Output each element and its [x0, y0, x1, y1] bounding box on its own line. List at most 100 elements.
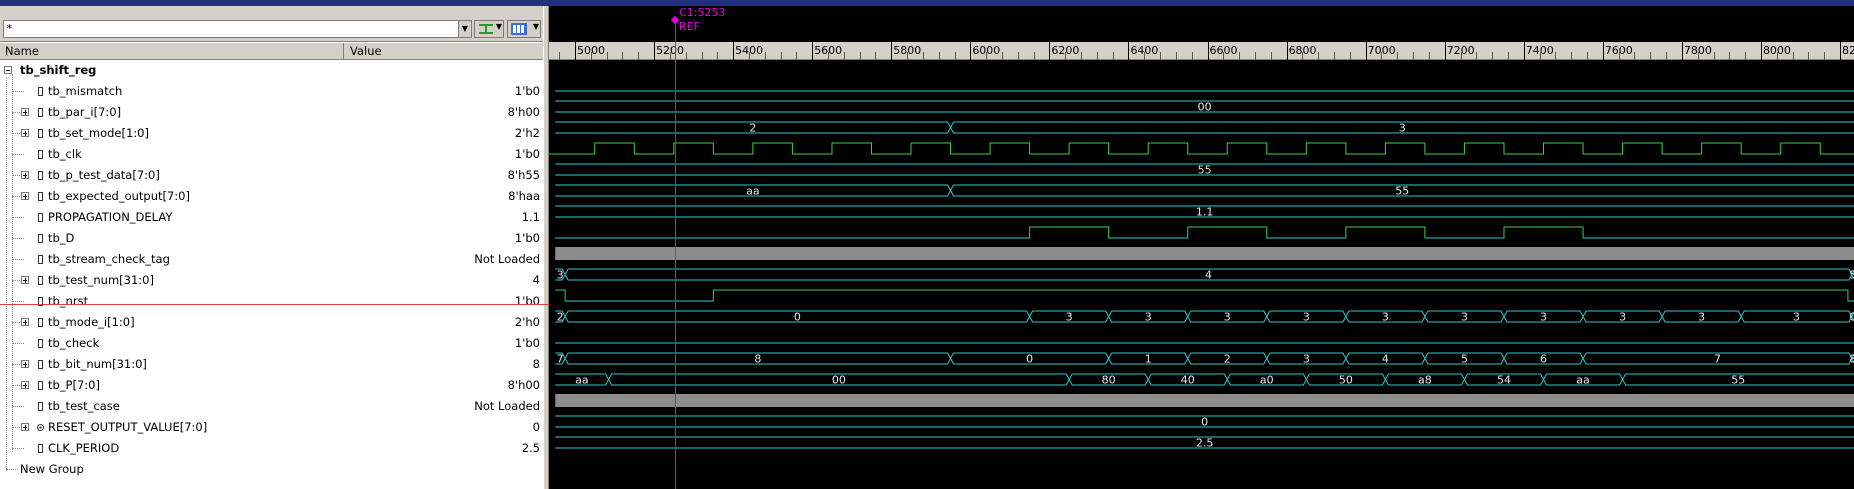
bus-value-label: 0 — [1201, 416, 1208, 429]
signal-row[interactable]: tb_D 1'b0 — [0, 228, 543, 249]
signal-value: 8'haa — [508, 189, 540, 203]
signal-row[interactable]: tb_mismatch 1'b0 — [0, 81, 543, 102]
bus-value-label: 3 — [1399, 122, 1406, 135]
cursor-line[interactable] — [675, 20, 676, 489]
bus-value-label: a0 — [1260, 374, 1274, 387]
signal-row[interactable]: tb_stream_check_tag Not Loaded — [0, 249, 543, 270]
signal-row[interactable]: tb_clk 1'b0 — [0, 144, 543, 165]
view-options-button[interactable]: ▼ — [507, 20, 541, 38]
ruler-minor-tick — [828, 52, 829, 60]
signal-row[interactable]: tb_P[7:0] 8'h00 — [0, 375, 543, 396]
group-row[interactable]: tb_shift_reg — [0, 60, 543, 81]
signal-row[interactable]: tb_mode_i[1:0] 2'h0 — [0, 312, 543, 333]
ruler-minor-tick — [1824, 52, 1826, 60]
ruler-major-tick — [1365, 42, 1367, 60]
selection-divider — [0, 304, 549, 305]
ruler-minor-tick — [1507, 52, 1509, 60]
signal-row[interactable]: tb_par_i[7:0] 8'h00 — [0, 102, 543, 123]
collapse-group-icon[interactable] — [4, 66, 12, 74]
signal-name: tb_mode_i[1:0] — [48, 315, 135, 329]
signal-icon — [38, 213, 43, 222]
signal-icon — [38, 129, 43, 138]
bus-value-label: 3 — [1224, 311, 1231, 324]
tree-connector — [12, 259, 24, 260]
waveform-pane[interactable]: 00 2 3 55 aa 55 1.1 3 4 5 2 0 3 3 3 3 3 3 3 3 3 3 0 7 8 0 1 2 3 4 5 6 7 8… — [549, 6, 1854, 489]
bus-value-label: a8 — [1418, 374, 1432, 387]
signal-icon — [38, 339, 43, 348]
time-ruler[interactable]: 5000 5200 5400 5600 5800 6000 6200 6400 6600 6800… — [549, 42, 1854, 60]
bus-value-label: 1.1 — [1196, 206, 1214, 219]
ruler-minor-tick — [1349, 52, 1351, 60]
ruler-minor-tick — [1081, 52, 1082, 60]
bus-value-label: 4 — [1205, 269, 1212, 282]
waveform-row — [555, 226, 1854, 239]
ruler-minor-tick — [1618, 52, 1620, 60]
ruler-minor-tick — [1270, 52, 1272, 60]
expand-bus-icon[interactable] — [21, 276, 29, 284]
signal-row[interactable]: tb_bit_num[31:0] 8 — [0, 354, 543, 375]
signal-row[interactable]: tb_test_num[31:0] 4 — [0, 270, 543, 291]
ruler-minor-tick — [1666, 52, 1668, 60]
bus-value-label: aa — [746, 185, 759, 198]
bus-value-label: 00 — [1198, 101, 1212, 114]
ruler-minor-tick — [1792, 52, 1794, 60]
expand-bus-icon[interactable] — [21, 171, 29, 179]
ruler-minor-tick — [1239, 52, 1241, 60]
ruler-minor-tick — [1539, 52, 1541, 60]
bus-value-label: 7 — [1714, 353, 1721, 366]
signal-row[interactable]: tb_test_case Not Loaded — [0, 396, 543, 417]
bus-value-label: 0 — [1026, 353, 1033, 366]
tree-connector — [12, 448, 24, 449]
tree-connector — [12, 154, 24, 155]
signal-filter-options-button[interactable]: ▼ — [474, 20, 504, 38]
value-column-header[interactable]: Value — [345, 43, 543, 60]
ruler-major-tick — [812, 42, 814, 60]
signal-name: tb_set_mode[1:0] — [48, 126, 149, 140]
signal-row[interactable]: tb_check 1'b0 — [0, 333, 543, 354]
signal-name: tb_P[7:0] — [48, 378, 100, 392]
new-group-row[interactable]: New Group — [0, 459, 543, 480]
bus-value-label: 55 — [1198, 164, 1212, 177]
signal-row[interactable]: tb_p_test_data[7:0] 8'h55 — [0, 165, 543, 186]
expand-bus-icon[interactable] — [21, 423, 29, 431]
ruler-minor-tick — [1175, 52, 1177, 60]
signal-name: CLK_PERIOD — [48, 441, 120, 455]
cursor-ref-label: REF — [679, 20, 700, 33]
signal-row[interactable]: tb_expected_output[7:0] 8'haa — [0, 186, 543, 207]
expand-bus-icon[interactable] — [21, 381, 29, 389]
signal-value: 2'h2 — [514, 126, 540, 140]
ruler-minor-tick — [559, 52, 561, 60]
signal-row[interactable]: tb_set_mode[1:0] 2'h2 — [0, 123, 543, 144]
signal-icon — [38, 381, 43, 390]
signal-name-pane: * ▼ ▼ ▼ Name Value tb_shift_reg tb_mismat… — [0, 6, 543, 489]
signal-row[interactable]: RESET_OUTPUT_VALUE[7:0] 0 — [0, 417, 543, 438]
signal-row[interactable]: CLK_PERIOD 2.5 — [0, 438, 543, 459]
signal-name: RESET_OUTPUT_VALUE[7:0] — [48, 420, 208, 434]
signal-value: 8 — [532, 357, 540, 371]
expand-bus-icon[interactable] — [21, 318, 29, 326]
ruler-minor-tick — [1223, 52, 1225, 60]
signal-value: Not Loaded — [474, 399, 540, 413]
bit-trace — [555, 226, 1854, 239]
signal-filter-input[interactable]: * — [3, 20, 459, 38]
waveform-canvas[interactable]: 002 355aa 551.13 4 52 0 3 3 3 3 3 3 3 3 3 3 07 8 0 1 2 3 4 5 6 7 8… — [549, 6, 1854, 489]
ruler-minor-tick — [622, 52, 624, 60]
signal-row[interactable]: tb_nrst 1'b0 — [0, 291, 543, 312]
bus-value-label: 8 — [754, 353, 761, 366]
expand-bus-icon[interactable] — [21, 360, 29, 368]
expand-bus-icon[interactable] — [21, 129, 29, 137]
signal-name: tb_stream_check_tag — [48, 252, 170, 266]
filter-dropdown-button[interactable]: ▼ — [458, 20, 472, 38]
ruler-minor-tick — [1555, 52, 1557, 60]
ruler-major-tick — [970, 42, 972, 60]
signal-row[interactable]: PROPAGATION_DELAY 1.1 — [0, 207, 543, 228]
ruler-minor-tick — [907, 52, 909, 60]
ruler-minor-tick — [1729, 52, 1731, 60]
expand-bus-icon[interactable] — [21, 108, 29, 116]
signal-icon — [38, 255, 43, 264]
name-column-header[interactable]: Name — [0, 43, 344, 60]
expand-bus-icon[interactable] — [21, 192, 29, 200]
signal-name: tb_par_i[7:0] — [48, 105, 122, 119]
tree-connector — [12, 91, 24, 92]
signal-value: 1'b0 — [514, 336, 540, 350]
